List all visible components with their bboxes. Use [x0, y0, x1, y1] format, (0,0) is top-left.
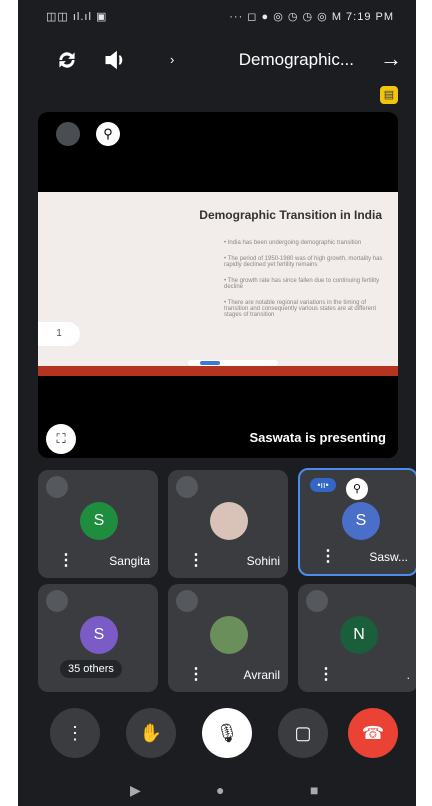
app-bar: › Demographic... → — [18, 40, 416, 80]
participant-name: Sohini — [246, 554, 280, 568]
pin-icon[interactable]: ⚲ — [96, 122, 120, 146]
mic-off-icon[interactable]: 🎙 — [202, 708, 252, 758]
mic-muted-icon — [306, 590, 328, 612]
participant-tile-active[interactable]: •ıı• ⚲ S ⋮ Sasw... — [298, 468, 416, 576]
participant-tile[interactable]: N ⋮ . — [298, 584, 416, 692]
status-left: ◫◫ ıl.ıl ▣ — [46, 11, 108, 23]
presenting-label: Saswata is presenting — [249, 430, 386, 445]
more-options-icon[interactable]: ⋮ — [318, 664, 334, 684]
participant-name: Sasw... — [369, 550, 408, 564]
participant-name: Sangita — [109, 554, 150, 568]
more-options-icon[interactable]: ⋮ — [320, 546, 336, 566]
phone-screen: ◫◫ ıl.ıl ▣ ··· ◻ ● ◎ ◷ ◷ ◎ M 7:19 PM › D… — [18, 0, 416, 806]
avatar: N — [340, 616, 378, 654]
participant-name: Avranil — [243, 668, 280, 682]
mic-muted-icon — [46, 476, 68, 498]
slide-title: Demographic Transition in India — [199, 208, 382, 222]
mic-muted-icon — [46, 590, 68, 612]
system-nav-bar: ▶ ● ■ — [18, 776, 416, 806]
raise-hand-icon[interactable]: ✋ — [126, 708, 176, 758]
fullscreen-icon[interactable]: ⛶ — [46, 424, 76, 454]
avatar: S — [342, 502, 380, 540]
more-options-icon[interactable]: ⋮ — [188, 550, 204, 570]
more-options-icon[interactable]: ⋮ — [188, 664, 204, 684]
slide-bullet: • There are notable regional variations … — [224, 300, 376, 318]
more-options-icon[interactable]: ⋮ — [50, 708, 100, 758]
avatar — [210, 616, 248, 654]
presentation-stage[interactable]: ⚲ Demographic Transition in India • Indi… — [38, 112, 398, 458]
participant-tile[interactable]: ⋮ Avranil — [168, 584, 288, 692]
slide-bullet: • The period of 1950-1980 was of high gr… — [224, 256, 383, 268]
others-count[interactable]: 35 others — [60, 660, 122, 678]
end-call-icon[interactable]: ☎ — [348, 708, 398, 758]
status-right: ··· ◻ ● ◎ ◷ ◷ ◎ M 7:19 PM — [229, 11, 394, 23]
mic-muted-icon — [176, 476, 198, 498]
switch-camera-icon[interactable] — [54, 47, 80, 73]
participant-name: . — [406, 668, 410, 682]
more-options-icon[interactable]: ⋮ — [58, 550, 74, 570]
sticker-icon[interactable]: ▤ — [380, 86, 398, 104]
pin-icon[interactable]: ⚲ — [346, 478, 368, 500]
speaker-icon[interactable] — [102, 47, 128, 73]
slide-footer-stripe — [38, 366, 398, 376]
back-arrow-icon[interactable]: → — [380, 46, 402, 72]
shared-slide: Demographic Transition in India • India … — [38, 192, 398, 376]
call-controls: ⋮ ✋ 🎙 ▢ ☎ — [18, 708, 416, 764]
participant-tile[interactable]: S 35 others — [38, 584, 158, 692]
meeting-title-chevron[interactable]: › — [170, 52, 174, 67]
slide-bullet: • India has been undergoing demographic … — [224, 240, 362, 246]
nav-recents-icon[interactable]: ■ — [310, 782, 318, 798]
participant-tile[interactable]: ⋮ Sohini — [168, 470, 288, 578]
nav-home-icon[interactable]: ● — [216, 782, 224, 798]
meeting-title[interactable]: Demographic... — [239, 50, 354, 70]
avatar: S — [80, 616, 118, 654]
avatar: S — [80, 502, 118, 540]
status-bar: ◫◫ ıl.ıl ▣ ··· ◻ ● ◎ ◷ ◷ ◎ M 7:19 PM — [18, 0, 416, 32]
nav-back-icon[interactable]: ▶ — [130, 782, 141, 799]
slide-bullet: • The growth rate has since fallen due t… — [224, 278, 380, 290]
speaking-indicator-icon: •ıı• — [310, 478, 336, 492]
participant-tile[interactable]: S ⋮ Sangita — [38, 470, 158, 578]
mic-muted-icon — [56, 122, 80, 146]
page-indicator[interactable]: 1 — [38, 322, 80, 346]
slide-bullets: • India has been undergoing demographic … — [224, 240, 384, 328]
camera-off-icon[interactable]: ▢ — [278, 708, 328, 758]
avatar — [210, 502, 248, 540]
mic-muted-icon — [176, 590, 198, 612]
